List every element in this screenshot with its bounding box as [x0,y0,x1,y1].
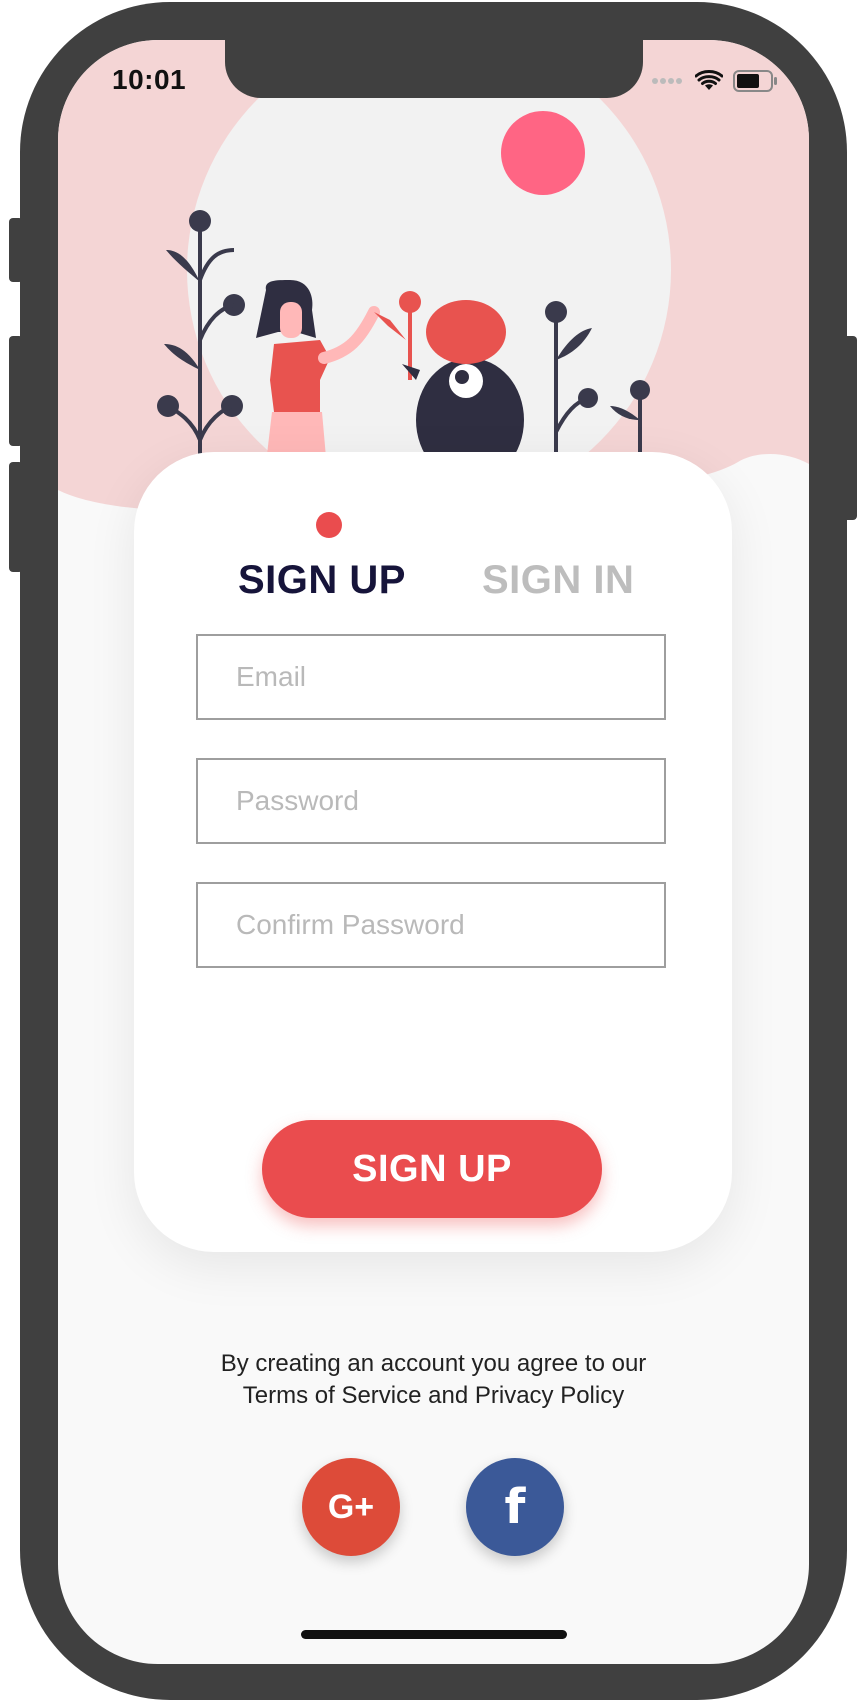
sun-icon [501,111,585,195]
silent-switch [9,218,23,282]
battery-icon [733,70,777,92]
wifi-icon [695,70,723,90]
terms-text: By creating an account you agree to our … [58,1348,809,1412]
status-icons [651,70,779,92]
display-notch [225,40,643,98]
tab-sign-in[interactable]: SIGN IN [482,558,634,603]
email-field-box [196,634,666,720]
phone-screen: 10:01 SIGN UP SIGN IN SIGN [58,40,809,1664]
password-field[interactable] [198,760,664,842]
confirm-password-field[interactable] [198,884,664,966]
status-time: 10:01 [112,64,187,95]
google-sign-in-button[interactable]: G+ [302,1458,400,1556]
home-indicator [301,1630,567,1639]
google-plus-icon: G+ [327,1487,375,1526]
active-tab-indicator [316,512,342,538]
email-field[interactable] [198,636,664,718]
signal-icon [652,78,682,84]
facebook-icon: f [504,1479,526,1535]
volume-up-button [9,336,23,446]
terms-link[interactable]: Terms of Service and Privacy Policy [58,1380,809,1412]
terms-line-1: By creating an account you agree to our [220,1350,647,1377]
password-field-box [196,758,666,844]
facebook-sign-in-button[interactable]: f [466,1458,564,1556]
volume-down-button [9,462,23,572]
auth-card: SIGN UP SIGN IN SIGN UP [134,452,732,1252]
sign-up-button[interactable]: SIGN UP [262,1120,602,1218]
power-button [843,336,857,520]
confirm-password-field-box [196,882,666,968]
tab-sign-up[interactable]: SIGN UP [238,558,406,603]
